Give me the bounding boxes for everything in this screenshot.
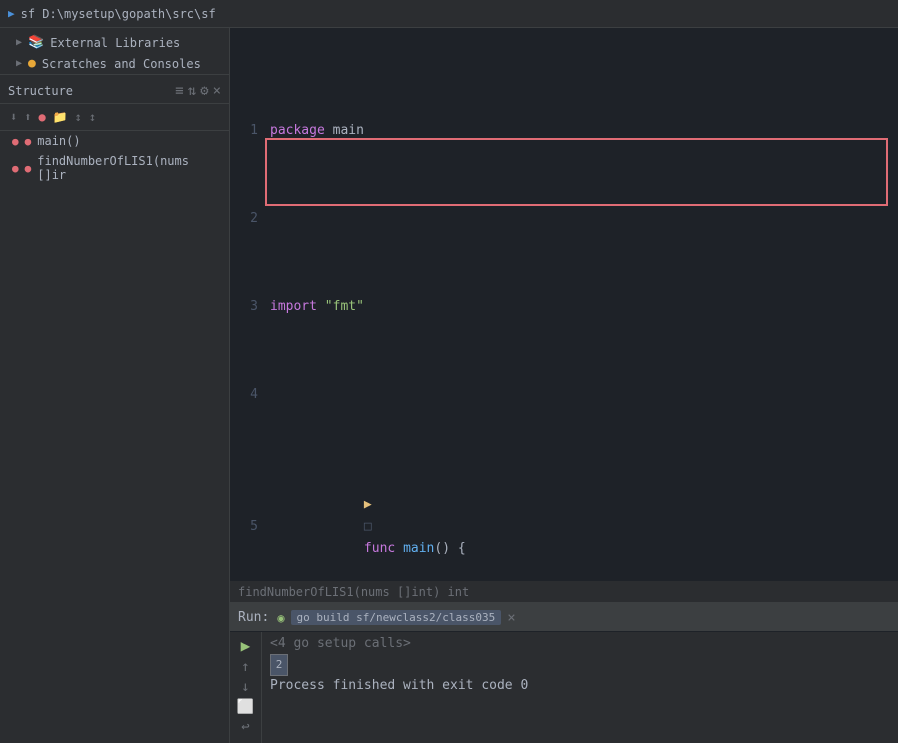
output-line-cmd: <4 go setup calls> (270, 634, 890, 654)
scratch-icon: ● (28, 56, 36, 71)
line-num-5: 5 (238, 516, 270, 538)
func-findnumber-name: findNumberOfLIS1(nums []ir (37, 154, 221, 182)
func-findnumber-item[interactable]: ● ● findNumberOfLIS1(nums []ir (0, 151, 229, 185)
func-error-icon: ● (12, 135, 19, 148)
run-label: Run: (238, 610, 269, 625)
run-tab-bar: Run: ◉ go build sf/newclass2/class035 × (230, 604, 898, 632)
run-print-button[interactable]: ⊟ (241, 739, 249, 743)
action-red-icon[interactable]: ● (36, 108, 47, 126)
scratches-label: Scratches and Consoles (42, 57, 201, 71)
action-up-icon[interactable]: ⬆ (22, 108, 33, 126)
action-collapse-icon[interactable]: ↕ (87, 108, 98, 126)
line-code-4 (270, 384, 890, 406)
func-error4-icon: ● (25, 162, 32, 175)
left-panel: ▶ 📚 External Libraries ▶ ● Scratches and… (0, 28, 230, 743)
top-bar: ▶ sf D:\mysetup\gopath\src\sf (0, 0, 898, 28)
structure-toolbar: ≡ ⇅ ⚙ × (175, 83, 221, 99)
action-folder-icon[interactable]: 📁 (51, 108, 70, 126)
output-line-2: 2 (270, 654, 890, 676)
output-num-2: 2 (270, 654, 288, 676)
code-line-1: 1 package main (238, 120, 890, 142)
main-layout: ▶ 📚 External Libraries ▶ ● Scratches and… (0, 28, 898, 743)
run-sidebar: ▶ ↑ ↓ ⬜ ↩ ⊟ (230, 632, 262, 743)
output-line-result: Process finished with exit code 0 (270, 676, 890, 696)
structure-panel: Structure ≡ ⇅ ⚙ × ⬇ ⬆ ● 📁 ↕ ↕ ● ● main() (0, 74, 229, 743)
code-content[interactable]: 1 package main 2 3 import "fmt" 4 (230, 28, 898, 581)
func-error2-icon: ● (25, 135, 32, 148)
run-up-button[interactable]: ↑ (241, 659, 249, 675)
run-panel: Run: ◉ go build sf/newclass2/class035 × … (230, 603, 898, 743)
func-error3-icon: ● (12, 162, 19, 175)
line-code-2 (270, 208, 890, 230)
func-main-name: main() (37, 134, 80, 148)
project-icon: ▶ (8, 7, 15, 20)
line-num-2: 2 (238, 208, 270, 230)
code-line-4: 4 (238, 384, 890, 406)
run-output-area: <4 go setup calls> 2 Process finished wi… (262, 632, 898, 743)
breadcrumb-bar: findNumberOfLIS1(nums []int) int (230, 581, 898, 603)
breadcrumb-text: findNumberOfLIS1(nums []int) int (238, 585, 469, 599)
run-go-icon: ◉ (277, 611, 284, 625)
run-down-button[interactable]: ↓ (241, 679, 249, 695)
line-num-3: 3 (238, 296, 270, 318)
close-structure-icon[interactable]: × (213, 83, 221, 99)
run-close-button[interactable]: × (507, 610, 515, 626)
run-wrap-button[interactable]: ↩ (241, 719, 249, 735)
align-icon[interactable]: ≡ (175, 83, 183, 99)
external-libraries-item[interactable]: ▶ 📚 External Libraries (0, 32, 229, 53)
project-path: sf D:\mysetup\gopath\src\sf (21, 7, 216, 21)
editor-area: 1 package main 2 3 import "fmt" 4 (230, 28, 898, 743)
build-label: go build sf/newclass2/class035 (291, 610, 502, 625)
output-result-text: Process finished with exit code 0 (270, 676, 528, 696)
settings-icon[interactable]: ⚙ (200, 83, 208, 99)
code-line-2: 2 (238, 208, 890, 230)
external-libraries-label: External Libraries (50, 36, 180, 50)
structure-actions: ⬇ ⬆ ● 📁 ↕ ↕ (0, 104, 229, 131)
line-num-4: 4 (238, 384, 270, 406)
line-code-3: import "fmt" (270, 296, 890, 318)
expand-arrow2: ▶ (16, 58, 22, 69)
expand-arrow: ▶ (16, 37, 22, 48)
code-line-3: 3 import "fmt" (238, 296, 890, 318)
func-main-item[interactable]: ● ● main() (0, 131, 229, 151)
library-icon: 📚 (28, 35, 44, 50)
line-code-1: package main (270, 120, 890, 142)
code-container: 1 package main 2 3 import "fmt" 4 (230, 28, 898, 581)
line-num-1: 1 (238, 120, 270, 142)
line-code-5: ▶ □ func main() { (270, 472, 890, 581)
action-down-icon[interactable]: ⬇ (8, 108, 19, 126)
structure-header: Structure ≡ ⇅ ⚙ × (0, 79, 229, 104)
run-tab[interactable]: ◉ go build sf/newclass2/class035 × (277, 610, 515, 626)
scratches-item[interactable]: ▶ ● Scratches and Consoles (0, 53, 229, 74)
output-cmd-text: <4 go setup calls> (270, 634, 411, 654)
run-stop-button[interactable]: ⬜ (237, 699, 254, 715)
sort-icon[interactable]: ⇅ (188, 83, 196, 99)
action-expand-icon[interactable]: ↕ (73, 108, 84, 126)
structure-title: Structure (8, 84, 73, 98)
run-play-button[interactable]: ▶ (241, 636, 251, 655)
run-content: ▶ ↑ ↓ ⬜ ↩ ⊟ <4 go setup calls> 2 Process (230, 632, 898, 743)
code-line-5: 5 ▶ □ func main() { (238, 472, 890, 581)
